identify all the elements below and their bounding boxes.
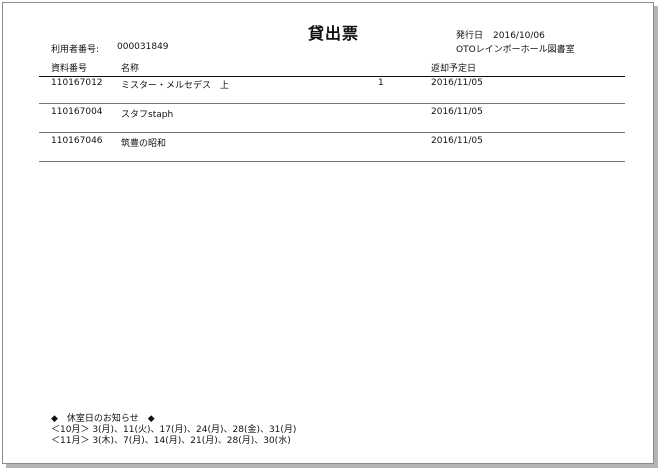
row-item-id: 110167012: [51, 78, 103, 88]
row-item-due: 2016/11/05: [431, 107, 483, 117]
issue-date-value: 2016/10/06: [493, 31, 545, 41]
row-item-id: 110167004: [51, 107, 103, 117]
column-header-name: 名称: [121, 64, 140, 74]
row-divider: [39, 132, 625, 133]
loan-slip: 貸出票 発行日 2016/10/06 OTOレインボーホール図書室 利用者番号: …: [2, 2, 654, 464]
row-item-name: スタフstaph: [121, 110, 174, 120]
row-divider: [39, 103, 625, 104]
user-number-label: 利用者番号:: [51, 45, 100, 55]
row-item-due: 2016/11/05: [431, 136, 483, 146]
issue-date-line: 発行日 2016/10/06: [456, 28, 545, 41]
row-item-due: 2016/11/05: [431, 78, 483, 88]
closure-notice-november: ＜11月＞ 3(木)、7(月)、14(月)、21(月)、28(月)、30(水): [51, 436, 291, 446]
issue-date-label: 発行日: [456, 31, 484, 41]
user-number-line: 利用者番号: 000031849: [51, 42, 169, 55]
row-item-name: 筑豊の昭和: [121, 139, 167, 149]
column-header-id: 資料番号: [51, 64, 88, 74]
row-item-qty: 1: [378, 78, 384, 88]
slip-title: 貸出票: [308, 24, 360, 43]
header-rule: [39, 76, 625, 77]
column-header-due: 返却予定日: [431, 64, 477, 74]
row-item-id: 110167046: [51, 136, 103, 146]
user-number-value: 000031849: [117, 42, 169, 52]
row-item-name: ミスター・メルセデス 上: [121, 81, 230, 91]
library-name: OTOレインボーホール図書室: [456, 45, 575, 55]
row-divider: [39, 161, 625, 162]
